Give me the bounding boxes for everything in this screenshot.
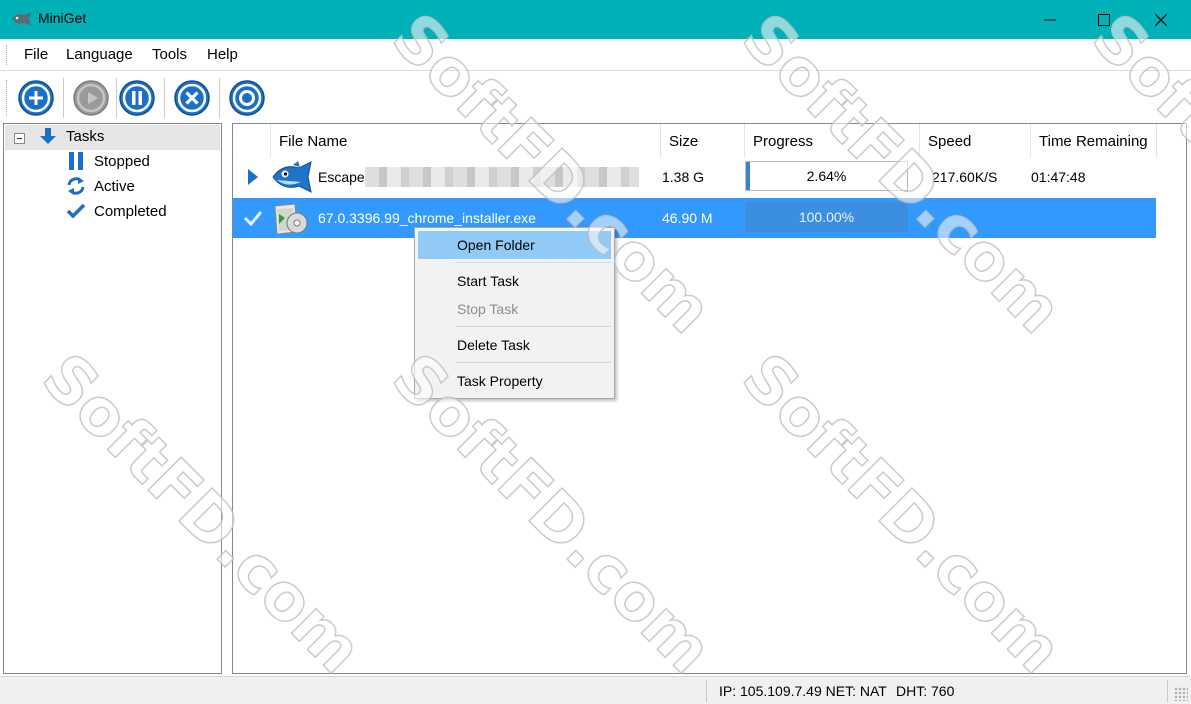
dht-status: DHT: 760 xyxy=(896,683,955,699)
column-speed[interactable]: Speed xyxy=(920,124,1031,158)
tree-item-stopped[interactable]: Stopped xyxy=(66,151,150,171)
play-icon xyxy=(247,157,259,197)
list-header: File Name Size Progress Speed Time Remai… xyxy=(233,124,1186,158)
menu-language[interactable]: Language xyxy=(66,46,133,63)
menu-file[interactable]: File xyxy=(24,46,48,63)
pause-icon xyxy=(66,151,86,171)
close-icon xyxy=(1155,13,1167,26)
context-stop-task: Stop Task xyxy=(457,301,519,317)
progress-bar: 2.64% xyxy=(745,161,908,191)
resize-grip[interactable] xyxy=(1174,687,1188,701)
menu-bar: File Language Tools Help xyxy=(0,39,1191,71)
minimize-button[interactable] xyxy=(1027,0,1073,39)
checkmark-icon xyxy=(243,198,263,238)
refresh-icon xyxy=(66,176,86,196)
toolbar xyxy=(0,72,1191,124)
tree-label: Completed xyxy=(94,202,167,220)
context-delete-task[interactable]: Delete Task xyxy=(418,331,611,359)
maximize-button[interactable] xyxy=(1081,0,1127,39)
column-status[interactable] xyxy=(233,124,271,158)
tree-label: Active xyxy=(94,177,135,195)
start-icon[interactable] xyxy=(72,79,110,117)
add-icon[interactable] xyxy=(17,79,55,117)
progress-text: 100.00% xyxy=(798,209,855,225)
file-size: 1.38 G xyxy=(662,169,705,185)
checkmark-icon xyxy=(66,201,86,221)
maximize-icon xyxy=(1098,13,1110,26)
network-status: IP: 105.109.7.49 NET: NAT xyxy=(719,683,887,699)
context-open-folder[interactable]: Open Folder xyxy=(418,231,611,259)
menu-separator xyxy=(455,362,611,363)
progress-text: 2.64% xyxy=(806,168,847,184)
tree-item-tasks[interactable]: Tasks xyxy=(38,126,104,146)
toolbar-separator xyxy=(116,78,117,118)
file-type-icon xyxy=(271,157,315,197)
pause-icon[interactable] xyxy=(118,79,156,117)
toolbar-grip xyxy=(6,80,9,116)
menu-help[interactable]: Help xyxy=(207,46,238,63)
context-start-task[interactable]: Start Task xyxy=(418,267,611,295)
file-name: Escape xyxy=(318,169,365,185)
fish-icon xyxy=(12,12,31,26)
progress-bar: 100.00% xyxy=(745,202,908,232)
menu-separator xyxy=(455,326,611,327)
tree-item-active[interactable]: Active xyxy=(66,176,135,196)
toolbar-separator xyxy=(164,78,165,118)
column-file-name[interactable]: File Name xyxy=(271,124,661,158)
column-progress[interactable]: Progress xyxy=(745,124,920,158)
status-separator xyxy=(1167,680,1168,702)
column-time-remaining[interactable]: Time Remaining xyxy=(1031,124,1157,158)
menubar-grip xyxy=(6,45,9,65)
close-button[interactable] xyxy=(1138,0,1184,39)
title-bar: MiniGet xyxy=(0,0,1191,39)
download-speed: 217.60K/S xyxy=(932,169,998,185)
settings-icon[interactable] xyxy=(228,79,266,117)
minimize-icon xyxy=(1044,19,1056,20)
tree-item-completed[interactable]: Completed xyxy=(66,201,167,221)
menu-separator xyxy=(455,262,611,263)
status-bar: IP: 105.109.7.49 NET: NAT DHT: 760 xyxy=(0,676,1191,704)
table-row[interactable]: Escape 1.38 G 2.64% 217.60K/S 01:47:48 xyxy=(233,157,1156,197)
time-remaining: 01:47:48 xyxy=(1031,169,1086,185)
tree-label: Tasks xyxy=(66,127,105,145)
context-menu: Open Folder Start Task Stop Task Delete … xyxy=(414,227,615,399)
download-list: File Name Size Progress Speed Time Remai… xyxy=(232,123,1187,674)
status-separator xyxy=(706,680,707,702)
column-size[interactable]: Size xyxy=(661,124,745,158)
toolbar-separator xyxy=(219,78,220,118)
window-title: MiniGet xyxy=(38,10,87,26)
context-task-property[interactable]: Task Property xyxy=(418,367,611,395)
redacted-text xyxy=(365,167,639,187)
toolbar-separator xyxy=(63,78,64,118)
installer-icon xyxy=(271,198,311,238)
collapse-icon[interactable] xyxy=(14,133,25,144)
tree-label: Stopped xyxy=(94,152,150,170)
task-tree: Tasks Stopped Active Completed xyxy=(3,123,222,674)
delete-icon[interactable] xyxy=(173,79,211,117)
file-size: 46.90 M xyxy=(662,210,713,226)
table-row[interactable]: 67.0.3396.99_chrome_installer.exe 46.90 … xyxy=(233,198,1156,238)
menu-tools[interactable]: Tools xyxy=(152,46,187,63)
down-arrow-icon xyxy=(38,126,58,146)
